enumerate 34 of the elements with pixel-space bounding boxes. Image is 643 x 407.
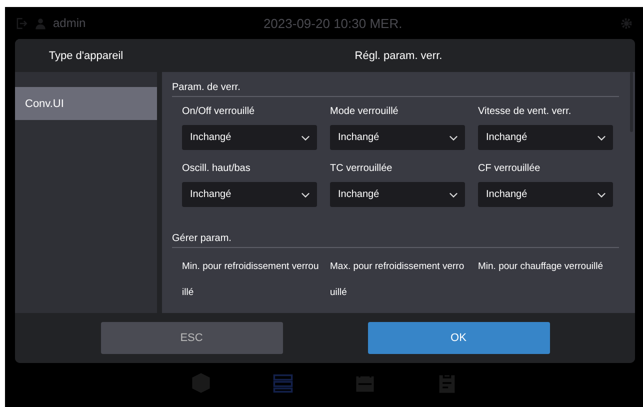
chevron-down-icon [301, 192, 310, 198]
settings-icon[interactable] [620, 16, 633, 30]
dropdown[interactable]: Inchangé [478, 182, 613, 207]
section-title: Param. de verr. [172, 78, 619, 97]
field-label: On/Off verrouillé [182, 105, 256, 119]
user-icon [34, 16, 47, 30]
field-label: Min. pour chauffage verrouillé [478, 260, 604, 274]
dropdown[interactable]: Inchangé [478, 125, 613, 150]
chevron-down-icon [597, 134, 606, 140]
dropdown[interactable]: Inchangé [182, 125, 317, 150]
chevron-down-icon [597, 192, 606, 198]
sidebar-header: Type d'appareil [15, 39, 157, 72]
user-name: admin [53, 16, 86, 30]
list-icon[interactable] [272, 372, 294, 394]
field-label: Max. pour refroidissement verrouillé [330, 260, 466, 300]
chevron-down-icon [449, 134, 458, 140]
field-label: Oscill. haut/bas [182, 162, 252, 176]
field-label: Vitesse de vent. verr. [478, 105, 572, 119]
cancel-button[interactable]: ESC [100, 322, 282, 354]
dropdown[interactable]: Inchangé [330, 125, 465, 150]
ok-button[interactable]: OK [368, 322, 550, 354]
field-label: Mode verrouillé [330, 105, 400, 119]
date-time: 2023-09-20 10:30 MER. [262, 16, 404, 30]
cube-icon[interactable] [190, 372, 212, 394]
field-label: CF verrouillée [478, 162, 542, 176]
section-title: Gérer param. [172, 229, 619, 248]
field-label: TC verrouillée [330, 162, 394, 176]
sidebar-item[interactable]: Conv.UI [15, 87, 157, 120]
field-label: Min. pour refroidissement verrouillé [182, 260, 320, 300]
dropdown[interactable]: Inchangé [330, 182, 465, 207]
logout-icon[interactable] [15, 16, 28, 30]
dropdown[interactable]: Inchangé [182, 182, 317, 207]
chevron-down-icon [449, 192, 458, 198]
chevron-down-icon [301, 134, 310, 140]
